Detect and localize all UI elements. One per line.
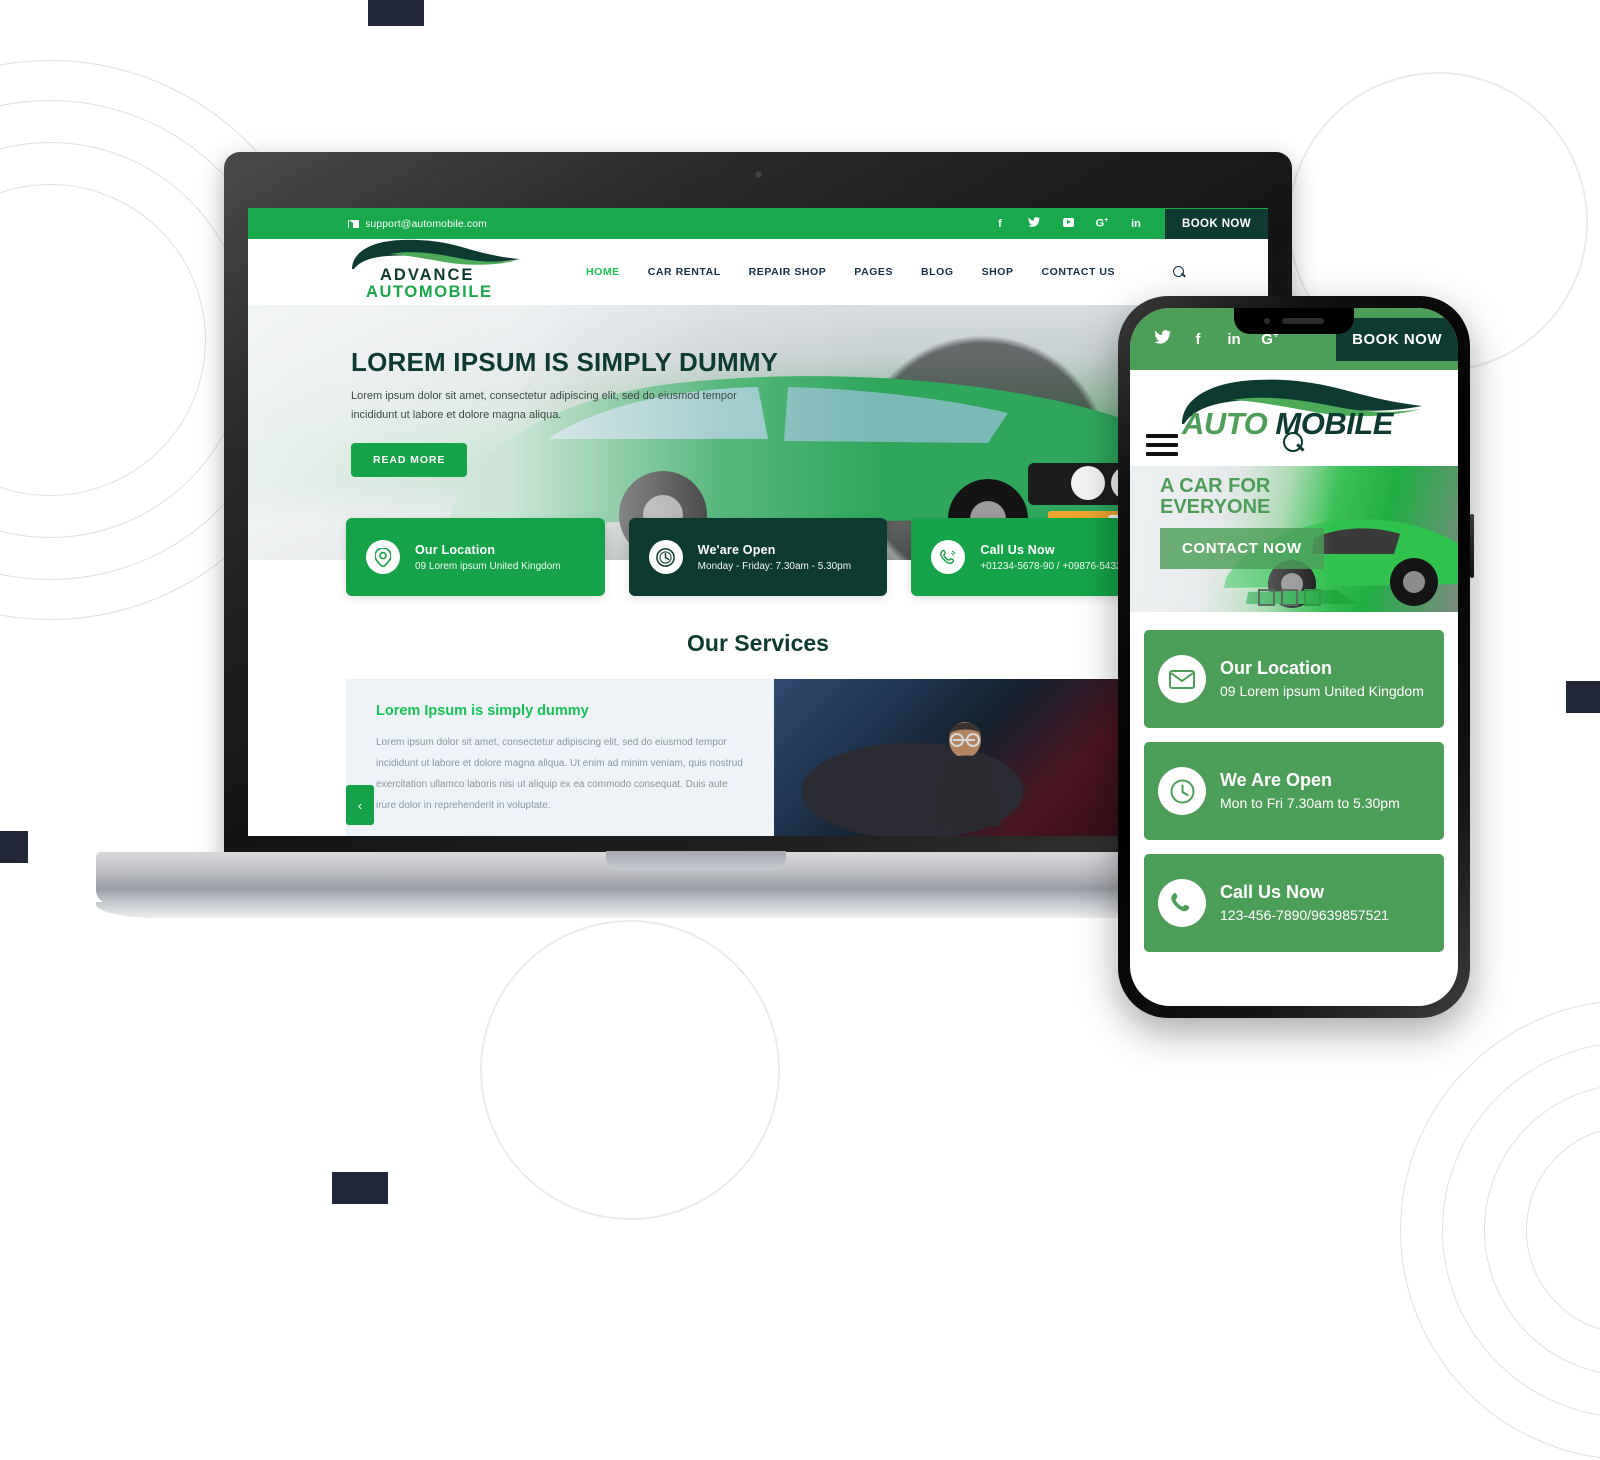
hero-content: LOREM IPSUM IS SIMPLY DUMMY Lorem ipsum … [351, 347, 778, 477]
mobile-card-hours[interactable]: We Are Open Mon to Fri 7.30am to 5.30pm [1144, 742, 1444, 840]
nav-item-home[interactable]: HOME [586, 266, 620, 278]
envelope-icon [348, 219, 366, 228]
nav-item-pages[interactable]: PAGES [854, 266, 893, 278]
twitter-icon[interactable] [1017, 216, 1051, 231]
info-card-title: Call Us Now [980, 542, 1055, 557]
laptop-trackpad-notch [606, 851, 786, 870]
mobile-hero-title: A CAR FOR EVERYONE [1160, 475, 1271, 519]
desktop-topbar: support@automobile.com f G+ in BOOK NOW [248, 208, 1268, 239]
phone-mockup: f in G+ BOOK NOW AUTO MOBILE A CAR FOR E… [1118, 296, 1474, 1018]
mobile-hero-title-line1: A CAR FOR [1160, 475, 1271, 497]
mobile-card-title: Our Location [1220, 657, 1332, 678]
mobile-card-title: Call Us Now [1220, 881, 1325, 902]
slider-dot-2[interactable] [1281, 589, 1298, 606]
support-email-text: support@automobile.com [365, 217, 488, 230]
phone-screen: f in G+ BOOK NOW AUTO MOBILE A CAR FOR E… [1130, 308, 1458, 1006]
map-pin-icon [366, 540, 400, 574]
clock-icon [1158, 767, 1206, 815]
nav-item-contact-us[interactable]: CONTACT US [1042, 266, 1116, 278]
decor-square-right [1566, 681, 1600, 713]
logo-line2: AUTOMOBILE [366, 283, 493, 301]
site-logo[interactable]: ADVANCE AUTOMOBILE [348, 239, 524, 303]
service-slider: Lorem Ipsum is simply dummy Lorem ipsum … [346, 679, 1170, 836]
twitter-icon[interactable] [1144, 329, 1180, 349]
desktop-nav: HOME CAR RENTAL REPAIR SHOP PAGES BLOG S… [586, 265, 1186, 279]
nav-item-car-rental[interactable]: CAR RENTAL [648, 266, 721, 278]
topbar-right-group: f G+ in BOOK NOW [983, 208, 1268, 239]
hero-subtitle: Lorem ipsum dolor sit amet, consectetur … [351, 390, 737, 422]
service-photo [774, 679, 1170, 836]
nav-item-blog[interactable]: BLOG [921, 266, 954, 278]
info-card-subtitle: Monday - Friday: 7.30am - 5.30pm [697, 560, 852, 572]
hero-title: LOREM IPSUM IS SIMPLY DUMMY [351, 347, 779, 377]
linkedin-icon[interactable]: in [1119, 218, 1153, 230]
mobile-hero-slider: A CAR FOR EVERYONE CONTACT NOW [1130, 466, 1458, 612]
desktop-header: ADVANCE AUTOMOBILE HOME CAR RENTAL REPAI… [248, 239, 1268, 305]
book-now-button[interactable]: BOOK NOW [1165, 208, 1268, 239]
service-text-column: Lorem Ipsum is simply dummy Lorem ipsum … [346, 679, 774, 836]
read-more-button[interactable]: READ MORE [351, 442, 468, 477]
nav-item-shop[interactable]: SHOP [982, 266, 1014, 278]
nav-item-repair-shop[interactable]: REPAIR SHOP [749, 266, 827, 278]
info-card-location[interactable]: Our Location 09 Lorem ipsum United Kingd… [346, 518, 605, 596]
earpiece-speaker-icon [1282, 318, 1324, 324]
phone-side-button [1470, 514, 1474, 578]
info-card-hours[interactable]: We'are Open Monday - Friday: 7.30am - 5.… [628, 518, 888, 596]
facebook-icon[interactable]: f [983, 218, 1017, 230]
mechanic-photo [934, 722, 1001, 829]
clock-icon [648, 540, 683, 574]
mobile-card-subtitle: Mon to Fri 7.30am to 5.30pm [1220, 794, 1400, 811]
phone-notch [1234, 308, 1354, 334]
mobile-card-subtitle: 09 Lorem ipsum United Kingdom [1220, 682, 1424, 699]
info-card-title: We'are Open [697, 542, 776, 557]
info-card-subtitle: +01234-5678-90 / +09876-5432-10 [980, 560, 1137, 572]
mobile-card-subtitle: 123-456-7890/9639857521 [1220, 906, 1389, 923]
hamburger-menu-icon[interactable] [1146, 434, 1178, 461]
decor-square-left [0, 831, 28, 863]
laptop-mockup: support@automobile.com f G+ in BOOK NOW [96, 152, 1296, 922]
mobile-info-cards: Our Location 09 Lorem ipsum United Kingd… [1130, 612, 1458, 952]
info-card-title: Our Location [415, 542, 496, 557]
services-heading: Our Services [687, 630, 829, 656]
mobile-book-now-button[interactable]: BOOK NOW [1336, 317, 1458, 361]
envelope-icon [1158, 655, 1206, 703]
service-title: Lorem Ipsum is simply dummy [376, 703, 589, 719]
info-card-subtitle: 09 Lorem ipsum United Kingdom [415, 560, 561, 572]
mobile-slider-dots [1258, 589, 1321, 606]
support-email[interactable]: support@automobile.com [348, 218, 487, 230]
mobile-contact-now-button[interactable]: CONTACT NOW [1160, 528, 1324, 569]
google-plus-icon[interactable]: G+ [1085, 217, 1119, 230]
phone-icon [1158, 879, 1206, 927]
service-paragraph: Lorem ipsum dolor sit amet, consectetur … [376, 737, 743, 811]
decor-circle-bottom-left [480, 920, 780, 1220]
mobile-hero-title-line2: EVERYONE [1160, 496, 1271, 519]
search-icon[interactable] [1283, 432, 1305, 454]
laptop-screen: support@automobile.com f G+ in BOOK NOW [248, 208, 1268, 836]
phone-ring-icon [931, 540, 966, 574]
youtube-icon[interactable] [1051, 217, 1085, 230]
slider-dot-3[interactable] [1304, 589, 1321, 606]
facebook-icon[interactable]: f [1180, 331, 1216, 348]
mobile-card-location[interactable]: Our Location 09 Lorem ipsum United Kingd… [1144, 630, 1444, 728]
decor-square-bottom [332, 1172, 388, 1204]
laptop-base [96, 851, 1296, 918]
mobile-logo-part1: AUTO [1182, 406, 1268, 441]
decor-square-top [368, 0, 424, 26]
mobile-card-title: We Are Open [1220, 769, 1333, 790]
front-camera-icon [1264, 318, 1270, 324]
mobile-header: AUTO MOBILE [1130, 370, 1458, 466]
decor-rings-bottom-right [1400, 1000, 1600, 1460]
mobile-card-phone[interactable]: Call Us Now 123-456-7890/9639857521 [1144, 854, 1444, 952]
laptop-webcam-icon [753, 170, 763, 179]
desktop-info-cards: Our Location 09 Lorem ipsum United Kingd… [248, 518, 1268, 596]
search-icon[interactable] [1173, 265, 1186, 279]
service-prev-arrow-button[interactable]: ‹ [346, 785, 374, 825]
slider-dot-1[interactable] [1258, 589, 1275, 606]
